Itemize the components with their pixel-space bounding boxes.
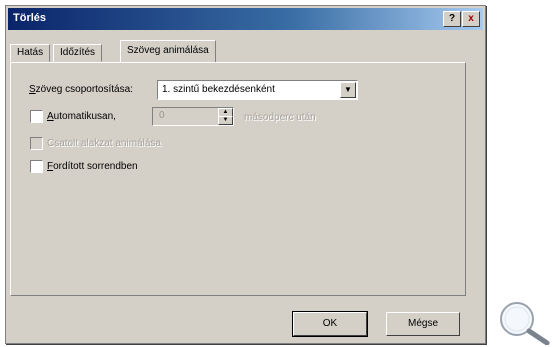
tab-text-animation[interactable]: Szöveg animálása [120, 40, 216, 62]
animate-shape-checkbox[interactable] [30, 137, 43, 150]
title-bar: Törlés ? x [8, 8, 483, 30]
tab-effect[interactable]: Hatás [10, 44, 51, 62]
cancel-button[interactable]: Mégse [386, 312, 460, 336]
close-button[interactable]: x [462, 11, 480, 27]
reverse-order-label: Fordított sorrendben [47, 161, 138, 172]
reverse-order-checkbox[interactable] [30, 160, 43, 173]
automatic-checkbox[interactable] [30, 110, 43, 123]
animate-shape-label: Csatolt alakzat animálása [47, 138, 161, 149]
group-text-select[interactable]: 1. szintű bekezdésenként ▼ [157, 80, 358, 100]
group-text-value: 1. szintű bekezdésenként [162, 84, 275, 95]
help-button[interactable]: ? [443, 11, 461, 27]
window-title: Törlés [13, 12, 47, 24]
seconds-value: 0 [159, 110, 165, 121]
group-text-label: Szöveg csoportosítása: [29, 84, 133, 95]
magnifier-icon[interactable] [497, 300, 553, 345]
ok-button[interactable]: OK [292, 311, 368, 337]
chevron-down-icon[interactable]: ▼ [340, 82, 356, 98]
spin-down-icon[interactable]: ▼ [218, 116, 233, 125]
automatic-label: Automatikusan, [47, 111, 116, 122]
seconds-suffix: másodperc után [244, 112, 316, 123]
tab-timing[interactable]: Időzítés [53, 44, 103, 62]
seconds-spinner[interactable]: 0 ▲ ▼ [152, 107, 234, 126]
